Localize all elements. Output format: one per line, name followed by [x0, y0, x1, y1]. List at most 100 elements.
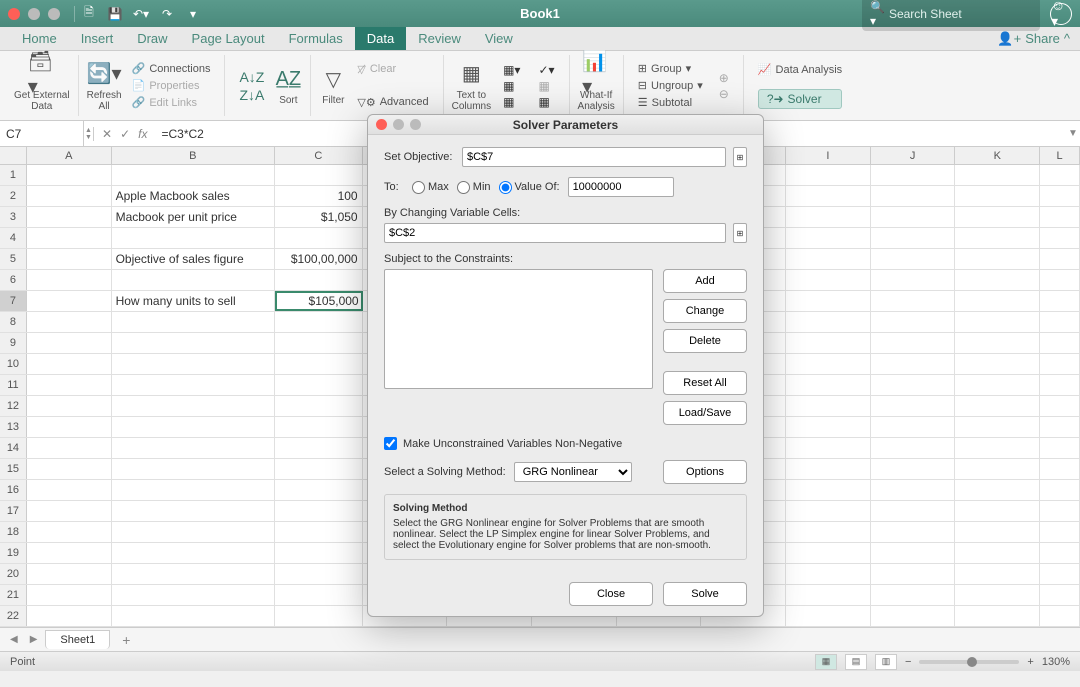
cell[interactable]: [786, 207, 871, 227]
max-radio[interactable]: Max: [412, 181, 449, 194]
cell[interactable]: [112, 333, 275, 353]
cell[interactable]: [1040, 396, 1080, 416]
row-header[interactable]: 22: [0, 606, 27, 626]
col-header[interactable]: B: [112, 147, 275, 164]
row-header[interactable]: 13: [0, 417, 27, 437]
zoom-in-icon[interactable]: +: [1027, 656, 1033, 668]
cell[interactable]: [1040, 270, 1080, 290]
cell[interactable]: [27, 522, 112, 542]
cell[interactable]: [1040, 438, 1080, 458]
cell[interactable]: [112, 312, 275, 332]
cell[interactable]: [871, 543, 956, 563]
cell[interactable]: [871, 291, 956, 311]
cell[interactable]: [275, 438, 363, 458]
cell[interactable]: Macbook per unit price: [112, 207, 275, 227]
cell[interactable]: [275, 606, 363, 626]
cell[interactable]: [1040, 333, 1080, 353]
cell[interactable]: [786, 312, 871, 332]
cell[interactable]: $1,050: [275, 207, 363, 227]
cell[interactable]: [955, 333, 1040, 353]
cell[interactable]: [955, 480, 1040, 500]
cell[interactable]: [275, 354, 363, 374]
cell[interactable]: [275, 501, 363, 521]
cell[interactable]: [275, 396, 363, 416]
cell[interactable]: [955, 249, 1040, 269]
cell[interactable]: [1040, 543, 1080, 563]
row-header[interactable]: 1: [0, 165, 27, 185]
col-header[interactable]: L: [1040, 147, 1080, 164]
cell[interactable]: [275, 333, 363, 353]
minimize-window-icon[interactable]: [28, 8, 40, 20]
cell[interactable]: [1040, 480, 1080, 500]
cell[interactable]: [27, 543, 112, 563]
feedback-icon[interactable]: ☺▾: [1050, 3, 1072, 25]
cell[interactable]: [786, 480, 871, 500]
close-button[interactable]: Close: [569, 582, 653, 606]
cell[interactable]: [1040, 459, 1080, 479]
fx-icon[interactable]: fx: [138, 127, 147, 141]
col-header[interactable]: I: [786, 147, 871, 164]
sort-asc-icon[interactable]: A↓Z: [239, 69, 264, 85]
cell[interactable]: [1040, 606, 1080, 626]
tab-draw[interactable]: Draw: [125, 27, 179, 50]
min-radio[interactable]: Min: [457, 181, 491, 194]
normal-view-icon[interactable]: ▦: [815, 654, 837, 670]
cell[interactable]: [955, 522, 1040, 542]
cell[interactable]: [786, 333, 871, 353]
cell[interactable]: [27, 417, 112, 437]
cell[interactable]: [955, 501, 1040, 521]
cell[interactable]: [955, 207, 1040, 227]
row-header[interactable]: 6: [0, 270, 27, 290]
cell[interactable]: [275, 564, 363, 584]
cell[interactable]: [112, 480, 275, 500]
cell[interactable]: [112, 270, 275, 290]
row-header[interactable]: 20: [0, 564, 27, 584]
ungroup-button[interactable]: ⊟Ungroup ▾: [638, 78, 703, 93]
cell[interactable]: [955, 186, 1040, 206]
cell[interactable]: [871, 606, 956, 626]
cell[interactable]: [955, 291, 1040, 311]
add-constraint-button[interactable]: Add: [663, 269, 747, 293]
advanced-filter-button[interactable]: ▽⚙Advanced: [357, 95, 428, 110]
relations-icon[interactable]: ▦: [538, 79, 554, 93]
row-header[interactable]: 2: [0, 186, 27, 206]
group-button[interactable]: ⊞Group ▾: [638, 61, 703, 76]
row-header[interactable]: 11: [0, 375, 27, 395]
cell[interactable]: [786, 438, 871, 458]
cell[interactable]: [871, 480, 956, 500]
cell[interactable]: [786, 543, 871, 563]
data-analysis-button[interactable]: 📈Data Analysis: [758, 62, 842, 77]
cell[interactable]: How many units to sell: [112, 291, 275, 311]
zoom-slider[interactable]: [919, 660, 1019, 664]
cell[interactable]: [275, 270, 363, 290]
tab-formulas[interactable]: Formulas: [277, 27, 355, 50]
data-validation-icon[interactable]: ✓▾: [538, 63, 554, 77]
col-header[interactable]: J: [871, 147, 956, 164]
accept-formula-icon[interactable]: ✓: [120, 127, 130, 141]
cell[interactable]: [786, 417, 871, 437]
cell[interactable]: [955, 396, 1040, 416]
cell[interactable]: [1040, 564, 1080, 584]
cell[interactable]: [786, 291, 871, 311]
cell[interactable]: [955, 417, 1040, 437]
edit-links-button[interactable]: 🔗Edit Links: [132, 95, 211, 110]
row-header[interactable]: 18: [0, 522, 27, 542]
valueof-radio[interactable]: Value Of:: [499, 181, 560, 194]
cell[interactable]: [27, 375, 112, 395]
undo-icon[interactable]: ↶▾: [131, 4, 151, 24]
consolidate-icon[interactable]: ▦: [503, 95, 520, 109]
row-header[interactable]: 4: [0, 228, 27, 248]
cell[interactable]: [871, 270, 956, 290]
cell[interactable]: [112, 543, 275, 563]
change-constraint-button[interactable]: Change: [663, 299, 747, 323]
zoom-window-icon[interactable]: [48, 8, 60, 20]
solver-button[interactable]: ?➜Solver: [758, 89, 842, 109]
row-header[interactable]: 14: [0, 438, 27, 458]
cell[interactable]: $100,00,000: [275, 249, 363, 269]
cell[interactable]: [871, 375, 956, 395]
cell[interactable]: [27, 207, 112, 227]
col-header[interactable]: A: [27, 147, 112, 164]
cell[interactable]: [112, 375, 275, 395]
cell[interactable]: [27, 333, 112, 353]
share-button[interactable]: 👤+Share ^: [997, 31, 1070, 47]
